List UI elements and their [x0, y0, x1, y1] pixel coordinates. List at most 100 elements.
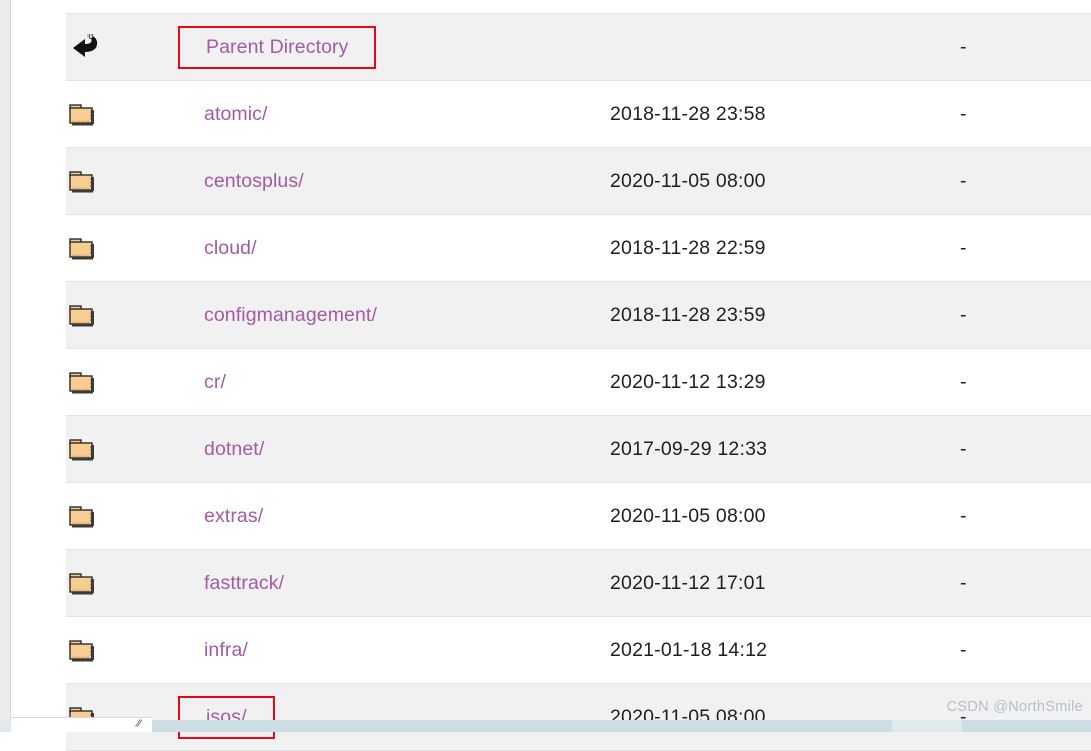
- directory-link[interactable]: extras/: [204, 505, 263, 527]
- directory-link[interactable]: atomic/: [204, 103, 268, 125]
- name-wrapper: cloud/: [178, 237, 257, 260]
- row-name-cell: configmanagement/: [178, 281, 610, 349]
- row-date-cell: 2020-11-05 08:00: [610, 147, 960, 215]
- last-modified-text: 2021-01-18 14:12: [610, 638, 768, 661]
- table-row[interactable]: isos/2020-11-05 08:00-: [66, 683, 1091, 751]
- table-row[interactable]: centosplus/2020-11-05 08:00 -: [66, 147, 1091, 215]
- highlight-box: isos/: [178, 695, 275, 739]
- folder-icon: [66, 567, 98, 599]
- table-row[interactable]: cloud/2018-11-28 22:59 -: [66, 214, 1091, 282]
- folder-icon-svg: [69, 506, 94, 528]
- size-text: -: [960, 102, 967, 125]
- size-text: -: [960, 504, 967, 527]
- row-icon-cell: [66, 13, 178, 81]
- taskbar-strip: [0, 720, 1091, 732]
- size-text: -: [960, 370, 967, 393]
- row-size-cell: -: [960, 348, 1091, 416]
- row-date-cell: [610, 13, 960, 81]
- size-text: -: [960, 303, 967, 326]
- folder-icon-svg: [69, 372, 94, 394]
- row-icon-cell: [66, 415, 178, 483]
- row-size-cell: -: [960, 616, 1091, 684]
- row-size-cell: -: [960, 683, 1091, 751]
- directory-link[interactable]: Parent Directory: [206, 36, 348, 58]
- row-name-cell: isos/: [178, 683, 610, 751]
- size-text: -: [960, 638, 967, 661]
- row-name-cell: extras/: [178, 482, 610, 550]
- highlight-box: Parent Directory: [178, 25, 377, 69]
- row-date-cell: 2020-11-05 08:00: [610, 482, 960, 550]
- table-row[interactable]: atomic/2018-11-28 23:58 -: [66, 80, 1091, 148]
- row-size-cell: -: [960, 214, 1091, 282]
- last-modified-text: 2020-11-12 13:29: [610, 370, 766, 393]
- last-modified-text: 2018-11-28 23:58: [610, 102, 766, 125]
- table-row[interactable]: extras/2020-11-05 08:00 -: [66, 482, 1091, 550]
- directory-listing-table: Parent Directory - atomic/2018-11-28 23:58…: [66, 13, 1091, 751]
- folder-icon-svg: [69, 439, 94, 461]
- folder-icon: [66, 98, 98, 130]
- row-date-cell: 2020-11-12 17:01: [610, 549, 960, 617]
- last-modified-text: 2020-11-05 08:00: [610, 169, 766, 192]
- row-name-cell: dotnet/: [178, 415, 610, 483]
- row-name-cell: fasttrack/: [178, 549, 610, 617]
- row-icon-cell: [66, 214, 178, 282]
- table-row[interactable]: fasttrack/2020-11-12 17:01 -: [66, 549, 1091, 617]
- table-row[interactable]: infra/2021-01-18 14:12 -: [66, 616, 1091, 684]
- folder-icon: [66, 232, 98, 264]
- row-icon-cell: [66, 281, 178, 349]
- folder-icon: [66, 500, 98, 532]
- directory-listing-body: Parent Directory - atomic/2018-11-28 23:58…: [66, 13, 1091, 751]
- row-icon-cell: [66, 616, 178, 684]
- table-row[interactable]: dotnet/2017-09-29 12:33 -: [66, 415, 1091, 483]
- directory-link[interactable]: centosplus/: [204, 170, 304, 192]
- row-size-cell: -: [960, 80, 1091, 148]
- table-row[interactable]: configmanagement/2018-11-28 23:59 -: [66, 281, 1091, 349]
- folder-icon-svg: [69, 238, 94, 260]
- last-modified-text: 2018-11-28 23:59: [610, 303, 766, 326]
- row-name-cell: Parent Directory: [178, 13, 610, 81]
- row-date-cell: 2018-11-28 23:58: [610, 80, 960, 148]
- table-row[interactable]: cr/2020-11-12 13:29 -: [66, 348, 1091, 416]
- row-size-cell: -: [960, 482, 1091, 550]
- folder-icon-svg: [69, 305, 94, 327]
- directory-link[interactable]: configmanagement/: [204, 304, 377, 326]
- size-text: -: [960, 35, 967, 58]
- row-date-cell: 2018-11-28 23:59: [610, 281, 960, 349]
- directory-link[interactable]: fasttrack/: [204, 572, 284, 594]
- size-text: -: [960, 169, 967, 192]
- row-date-cell: 2021-01-18 14:12: [610, 616, 960, 684]
- name-wrapper: infra/: [178, 639, 248, 662]
- row-date-cell: 2017-09-29 12:33: [610, 415, 960, 483]
- taskbar-segment-2: [962, 720, 1091, 732]
- folder-icon-svg: [69, 573, 94, 595]
- window-bottom-tab: [11, 717, 152, 732]
- folder-icon: [66, 165, 98, 197]
- last-modified-text: 2017-09-29 12:33: [610, 437, 768, 460]
- last-modified-text: 2020-11-05 08:00: [610, 504, 766, 527]
- back-arrow-icon-svg: [73, 34, 98, 57]
- name-wrapper: fasttrack/: [178, 572, 284, 595]
- row-icon-cell: [66, 80, 178, 148]
- row-size-cell: -: [960, 281, 1091, 349]
- last-modified-text: 2018-11-28 22:59: [610, 236, 766, 259]
- table-row[interactable]: Parent Directory -: [66, 13, 1091, 81]
- name-wrapper: atomic/: [178, 103, 268, 126]
- folder-icon: [66, 366, 98, 398]
- size-text: -: [960, 236, 967, 259]
- directory-link[interactable]: dotnet/: [204, 438, 264, 460]
- directory-link[interactable]: cr/: [204, 371, 226, 393]
- row-name-cell: cloud/: [178, 214, 610, 282]
- row-size-cell: -: [960, 147, 1091, 215]
- folder-icon-svg: [69, 171, 94, 193]
- row-icon-cell: [66, 147, 178, 215]
- row-icon-cell: [66, 482, 178, 550]
- directory-link[interactable]: cloud/: [204, 237, 257, 259]
- folder-icon-svg: [69, 640, 94, 662]
- folder-icon: [66, 299, 98, 331]
- row-date-cell: 2020-11-05 08:00: [610, 683, 960, 751]
- directory-link[interactable]: infra/: [204, 639, 248, 661]
- row-name-cell: infra/: [178, 616, 610, 684]
- size-text: -: [960, 437, 967, 460]
- last-modified-text: 2020-11-12 17:01: [610, 571, 766, 594]
- name-wrapper: extras/: [178, 505, 263, 528]
